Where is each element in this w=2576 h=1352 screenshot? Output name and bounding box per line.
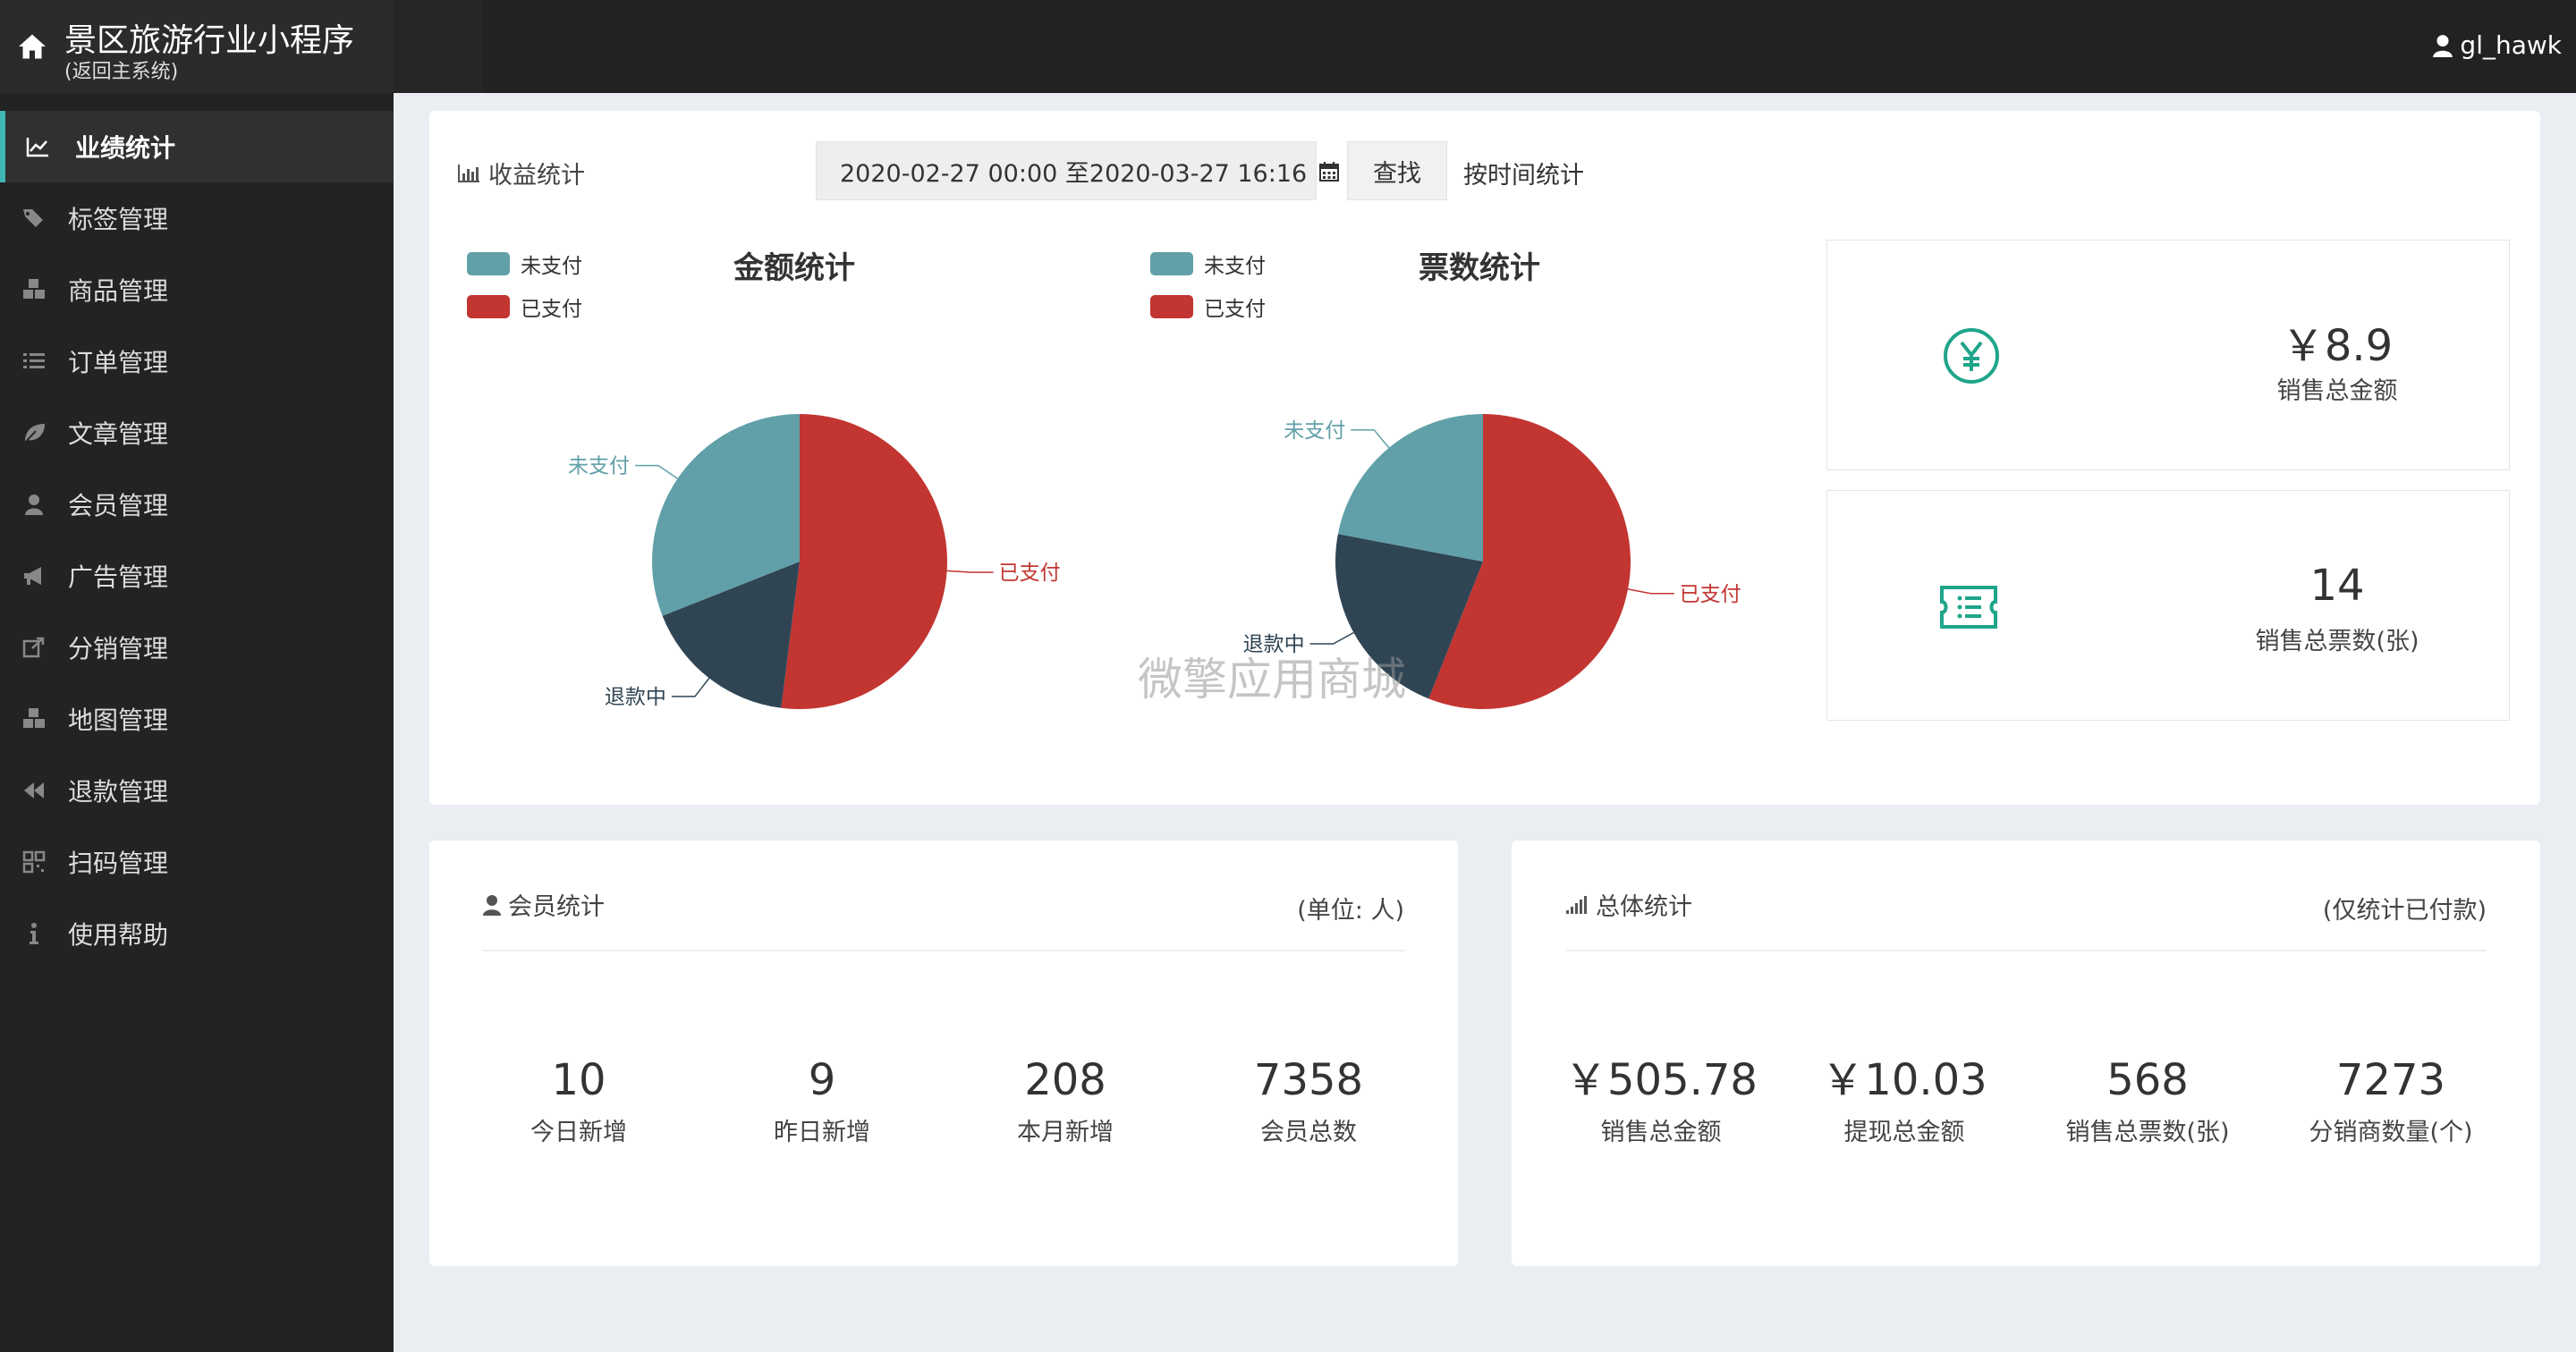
watermark: 微擎应用商城 [1138, 654, 1406, 706]
member-stats-card: 会员统计 (单位: 人) 10 今日新增 9 昨日新增 208 本月新增 735… [429, 841, 1458, 1266]
cubes-icon [20, 705, 48, 733]
total-metric: ￥505.78 销售总金额 [1564, 1055, 1758, 1146]
user-icon [2433, 34, 2453, 57]
stat-label: 销售总票数(张) [2255, 628, 2419, 655]
total-stats-card: 总体统计 (仅统计已付款) ￥505.78 销售总金额 ￥10.03 提现总金额… [1512, 841, 2540, 1266]
sidebar-item-label: 广告管理 [68, 562, 169, 592]
bullhorn-icon [20, 562, 48, 590]
sidebar-item-articles[interactable]: 文章管理 [0, 397, 394, 469]
sidebar-item-label: 分销管理 [68, 634, 169, 663]
sidebar-item-label: 退款管理 [68, 777, 169, 807]
stat-box-ticket-count: 14 销售总票数(张) [1826, 490, 2510, 721]
sidebar-item-label: 地图管理 [68, 706, 169, 735]
signal-icon [1566, 895, 1587, 914]
sidebar-item-maps[interactable]: 地图管理 [0, 683, 394, 755]
sidebar-item-label: 业绩统计 [75, 133, 176, 163]
divider [1565, 950, 2487, 951]
divider [483, 950, 1404, 951]
total-section-title: 总体统计 [1565, 887, 1692, 922]
sidebar-item-performance[interactable]: 业绩统计 [0, 111, 394, 182]
sidebar-item-tags[interactable]: 标签管理 [0, 182, 394, 254]
sidebar-item-qrcode[interactable]: 扫码管理 [0, 826, 394, 898]
header-strip [394, 0, 483, 93]
user-icon [483, 894, 501, 916]
member-metric: 208 本月新增 [1017, 1055, 1114, 1146]
qrcode-icon [20, 848, 48, 876]
sidebar-item-label: 文章管理 [68, 419, 169, 449]
sidebar-item-help[interactable]: 使用帮助 [0, 898, 394, 969]
pie-chart-tickets: 已支付退款中未支付 [1243, 414, 1741, 709]
member-metric: 9 昨日新增 [774, 1055, 870, 1146]
yen-icon [1944, 328, 1999, 384]
brand-area[interactable]: 景区旅游行业小程序 (返回主系统) [0, 0, 394, 93]
ticket-icon [1940, 586, 1997, 629]
pie-label-line [1627, 588, 1674, 595]
member-metric: 7358 会员总数 [1253, 1055, 1364, 1146]
home-icon [19, 34, 46, 59]
list-icon [20, 347, 48, 376]
total-metric: 568 销售总票数(张) [2065, 1055, 2230, 1146]
top-bar: 景区旅游行业小程序 (返回主系统) gl_hawk [0, 0, 2576, 93]
sidebar-item-label: 使用帮助 [68, 920, 169, 950]
member-metric: 10 今日新增 [530, 1055, 627, 1146]
pie-label-line [1351, 429, 1390, 449]
total-unit-note: (仅统计已付款) [2322, 897, 2487, 925]
user-icon [20, 490, 48, 519]
username: gl_hawk [2460, 30, 2562, 60]
revenue-card: 收益统计 2020-02-27 00:00 至2020-03-27 16:16 … [429, 111, 2540, 805]
sidebar-item-orders[interactable]: 订单管理 [0, 325, 394, 397]
total-metric: 7273 分销商数量(个) [2309, 1055, 2473, 1146]
stat-value: 14 [2309, 561, 2365, 611]
stat-box-sales-amount: ￥8.9 销售总金额 [1826, 240, 2510, 470]
pie-label-paid: 已支付 [1680, 583, 1741, 606]
member-unit-note: (单位: 人) [1297, 897, 1404, 925]
line-chart-icon [23, 132, 52, 161]
pie-label-line [1309, 631, 1354, 645]
tags-icon [20, 204, 48, 232]
pie-label-unpaid: 未支付 [1284, 419, 1345, 443]
cubes-icon [20, 275, 48, 304]
sidebar-item-label: 订单管理 [68, 348, 169, 377]
sidebar-item-goods[interactable]: 商品管理 [0, 254, 394, 325]
sidebar-item-label: 标签管理 [68, 205, 169, 234]
user-menu[interactable]: gl_hawk [2433, 30, 2562, 60]
sidebar-item-members[interactable]: 会员管理 [0, 469, 394, 540]
sidebar-item-ads[interactable]: 广告管理 [0, 540, 394, 612]
leaf-icon [20, 418, 48, 447]
back-to-main-link[interactable]: (返回主系统) [64, 55, 178, 84]
sidebar-item-distribution[interactable]: 分销管理 [0, 612, 394, 683]
sidebar-item-refunds[interactable]: 退款管理 [0, 755, 394, 826]
sidebar-item-label: 商品管理 [68, 276, 169, 306]
stat-label: 销售总金额 [2276, 377, 2398, 405]
share-icon [20, 633, 48, 662]
app-title: 景区旅游行业小程序 [64, 22, 355, 59]
stat-value: ￥8.9 [2281, 321, 2394, 371]
total-metric: ￥10.03 提现总金额 [1821, 1055, 1987, 1146]
member-section-title: 会员统计 [483, 887, 605, 922]
sidebar-item-label: 会员管理 [68, 491, 169, 520]
sidebar: 业绩统计 标签管理 商品管理 订单管理 文章管理 会员管理 广告管理 分销管理 … [0, 93, 394, 1352]
sidebar-item-label: 扫码管理 [68, 849, 169, 878]
info-icon [20, 919, 48, 948]
backward-icon [20, 776, 48, 805]
